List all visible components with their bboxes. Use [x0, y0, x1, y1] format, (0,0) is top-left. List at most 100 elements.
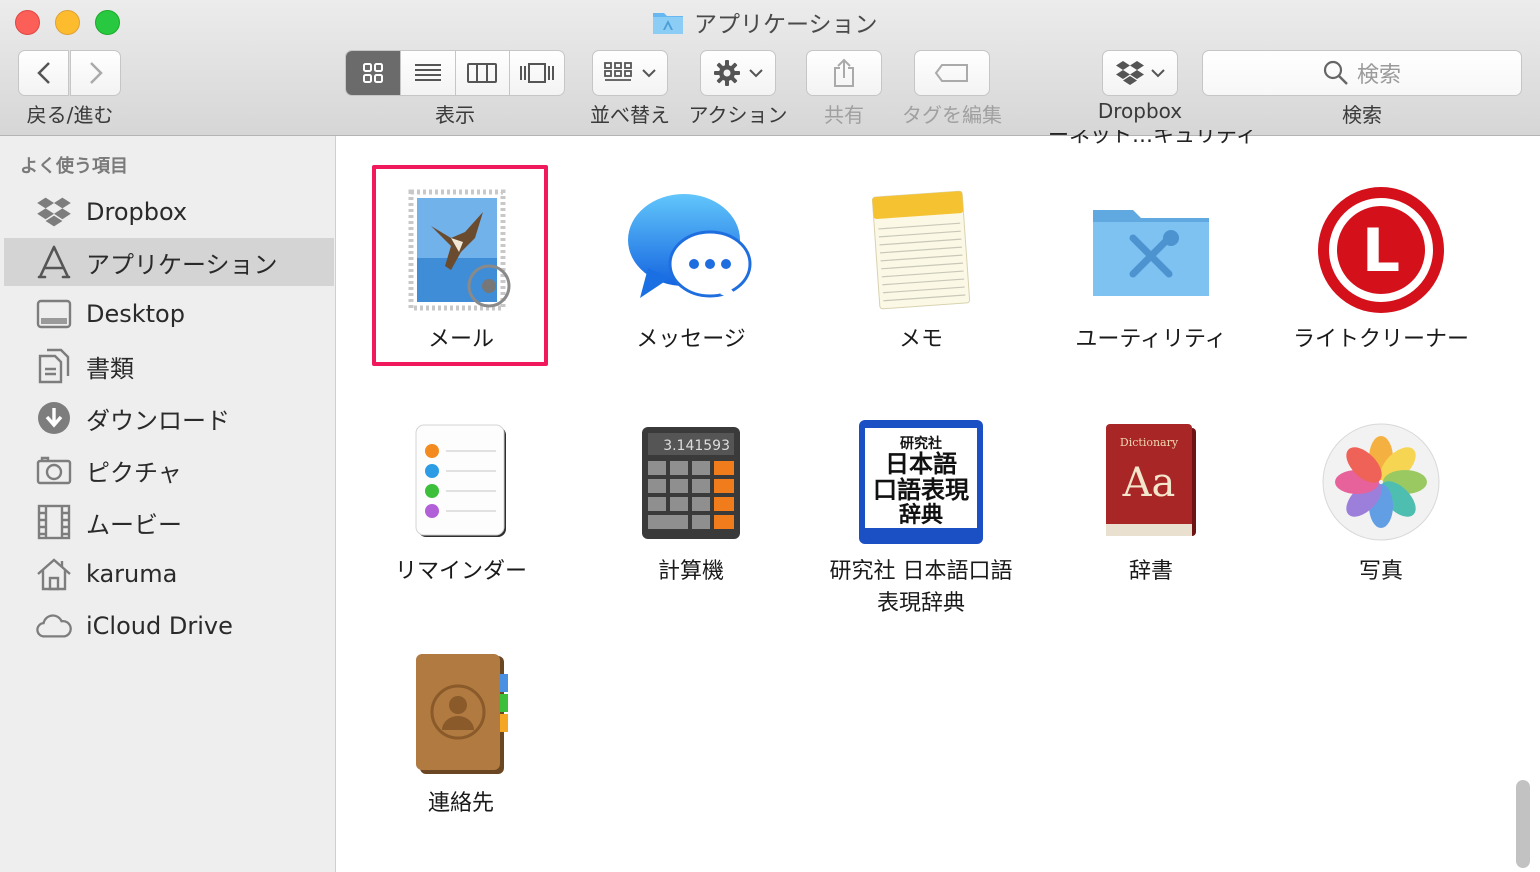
- app-label: 辞書: [1128, 559, 1173, 584]
- chevron-down-icon: [642, 69, 656, 78]
- applications-folder-icon: [653, 13, 683, 34]
- app-utilities[interactable]: ユーティリティ: [1051, 180, 1251, 356]
- zoom-window-button[interactable]: [95, 10, 120, 35]
- utilities-folder-icon: [1081, 180, 1221, 320]
- calculator-display: 3.141593: [663, 438, 730, 454]
- kenkyusha-title-line1: 日本語: [885, 449, 957, 478]
- chevron-down-icon: [1151, 69, 1165, 78]
- app-calculator[interactable]: 3.141593 計算機: [591, 412, 791, 588]
- app-messages[interactable]: メッセージ: [591, 180, 791, 356]
- edit-tags-button[interactable]: [914, 50, 990, 96]
- dropbox-icon: [36, 194, 72, 230]
- light-cleaner-letter: L: [1362, 216, 1400, 286]
- app-light-cleaner[interactable]: L ライトクリーナー: [1281, 180, 1481, 356]
- kenkyusha-dictionary-icon: 研究社 日本語 口語表現 辞典: [851, 412, 991, 552]
- sidebar-item-label: Dropbox: [86, 198, 188, 226]
- sidebar-item-documents[interactable]: 書類: [4, 342, 334, 390]
- share-label: 共有: [824, 103, 864, 127]
- home-icon: [36, 556, 72, 592]
- app-label: 写真: [1358, 559, 1403, 584]
- film-icon: [36, 504, 72, 540]
- sidebar-item-home[interactable]: karuma: [4, 550, 334, 598]
- notes-icon: [851, 180, 991, 320]
- app-label: ライトクリーナー: [1292, 327, 1469, 352]
- sidebar-item-label: Desktop: [86, 300, 185, 328]
- kenkyusha-title-line2: 口語表現: [873, 475, 969, 504]
- downloads-icon: [36, 400, 72, 436]
- arrange-label: 並べ替え: [590, 103, 670, 127]
- back-button[interactable]: [18, 50, 69, 96]
- nav-label: 戻る/進む: [26, 103, 114, 127]
- reminders-icon: [391, 412, 531, 552]
- app-dictionary[interactable]: Dictionary Aa 辞書: [1051, 412, 1251, 588]
- tag-icon: [934, 64, 968, 82]
- window-title-text: アプリケーション: [694, 12, 878, 38]
- app-reminders[interactable]: リマインダー: [361, 412, 561, 588]
- dictionary-cover-title: Dictionary: [1120, 436, 1179, 449]
- vertical-scrollbar[interactable]: [1516, 780, 1530, 868]
- icon-grid-icon: [362, 63, 383, 83]
- tags-label: タグを編集: [902, 103, 1002, 127]
- selection-highlight: [372, 165, 548, 366]
- sidebar-item-label: karuma: [86, 560, 178, 588]
- app-label: リマインダー: [394, 559, 527, 584]
- view-mode-control: [345, 50, 565, 96]
- list-icon: [414, 64, 441, 81]
- app-label: 計算機: [657, 559, 724, 584]
- sidebar-item-desktop[interactable]: Desktop: [4, 290, 334, 338]
- close-window-button[interactable]: [15, 10, 40, 35]
- action-label: アクション: [688, 103, 788, 127]
- app-label: メッセージ: [636, 327, 746, 352]
- share-icon: [834, 58, 854, 87]
- dropbox-icon: [1116, 61, 1144, 85]
- documents-icon: [36, 348, 72, 384]
- arrange-button[interactable]: [592, 50, 668, 96]
- sidebar-item-applications[interactable]: アプリケーション: [4, 238, 334, 286]
- sidebar-item-label: ダウンロード: [86, 406, 230, 435]
- toolbar: アプリケーション 戻る/進む 表示 並べ替え アクション 共有 タグを編集 Dr…: [0, 0, 1540, 136]
- light-cleaner-icon: L: [1311, 180, 1451, 320]
- camera-icon: [36, 452, 72, 488]
- sidebar-item-movies[interactable]: ムービー: [4, 498, 334, 546]
- list-view-button[interactable]: [401, 51, 456, 95]
- kenkyusha-title-line3: 辞典: [899, 502, 943, 528]
- window-title: アプリケーション: [652, 6, 878, 38]
- app-label: 研究社 日本語口語表現辞典: [829, 559, 1013, 616]
- view-label: 表示: [435, 103, 475, 127]
- app-kenkyusha-dictionary[interactable]: 研究社 日本語 口語表現 辞典 研究社 日本語口語表現辞典: [821, 412, 1021, 620]
- sidebar-item-pictures[interactable]: ピクチャ: [4, 446, 334, 494]
- gallery-view-button[interactable]: [510, 51, 564, 95]
- forward-button[interactable]: [70, 50, 121, 96]
- dropbox-label: Dropbox: [1097, 99, 1183, 123]
- share-button[interactable]: [806, 50, 882, 96]
- app-notes[interactable]: メモ: [821, 180, 1021, 356]
- cloud-icon: [36, 608, 72, 644]
- search-field[interactable]: 検索: [1202, 50, 1522, 96]
- chevron-left-icon: [36, 62, 50, 84]
- sidebar-item-label: ピクチャ: [86, 458, 182, 487]
- app-label: 連絡先: [427, 791, 494, 816]
- sidebar-item-label: iCloud Drive: [86, 612, 233, 640]
- search-icon: [1323, 60, 1348, 85]
- dropbox-menu-button[interactable]: [1102, 50, 1178, 96]
- search-placeholder: 検索: [1356, 63, 1401, 88]
- contacts-icon: [391, 644, 531, 784]
- cover-flow-icon: [520, 63, 555, 83]
- search-label: 検索: [1342, 103, 1382, 127]
- chevron-right-icon: [89, 62, 103, 84]
- action-button[interactable]: [700, 50, 776, 96]
- sidebar-heading: よく使う項目: [20, 156, 128, 177]
- sidebar-item-downloads[interactable]: ダウンロード: [4, 394, 334, 442]
- sidebar-item-icloud-drive[interactable]: iCloud Drive: [4, 602, 334, 650]
- photos-icon: [1311, 412, 1451, 552]
- app-contacts[interactable]: 連絡先: [361, 644, 561, 820]
- minimize-window-button[interactable]: [55, 10, 80, 35]
- partial-item-label: ーネット…キュリティ: [1048, 130, 1257, 147]
- sidebar-item-label: ムービー: [86, 510, 182, 539]
- icon-view-button[interactable]: [346, 51, 401, 95]
- app-photos[interactable]: 写真: [1281, 412, 1481, 588]
- finder-window: アプリケーション 戻る/進む 表示 並べ替え アクション 共有 タグを編集 Dr…: [0, 0, 1540, 872]
- messages-icon: [621, 180, 761, 320]
- sidebar-item-dropbox[interactable]: Dropbox: [4, 188, 334, 236]
- column-view-button[interactable]: [456, 51, 511, 95]
